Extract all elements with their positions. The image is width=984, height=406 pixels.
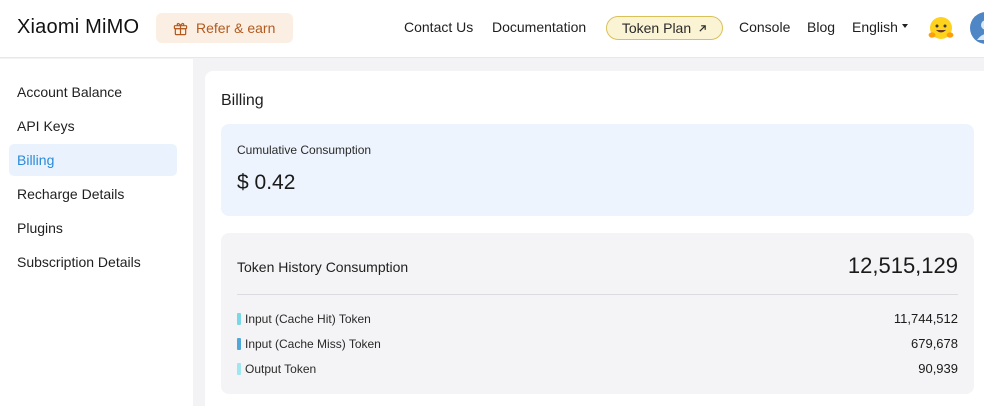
nav-contact-us[interactable]: Contact Us	[404, 19, 473, 35]
nav-documentation[interactable]: Documentation	[492, 19, 586, 35]
billing-panel: Billing Cumulative Consumption $ 0.42 To…	[205, 71, 984, 406]
arrow-up-right-icon	[699, 24, 706, 32]
token-history-card: Token History Consumption 12,515,129 Inp…	[221, 233, 974, 394]
token-row-cache-miss: Input (Cache Miss) Token 679,678	[237, 335, 958, 353]
token-plan-label: Token Plan	[621, 20, 692, 36]
divider	[237, 294, 958, 295]
nav-console[interactable]: Console	[739, 19, 790, 35]
cumulative-consumption-value: $ 0.42	[237, 171, 296, 194]
sidebar-item-account-balance[interactable]: Account Balance	[9, 76, 177, 108]
sidebar-item-subscription-details[interactable]: Subscription Details	[9, 246, 177, 278]
language-label: English	[852, 19, 898, 35]
sidebar: Account Balance API Keys Billing Recharg…	[0, 59, 193, 406]
user-icon	[977, 20, 984, 40]
token-row-cache-hit: Input (Cache Hit) Token 11,744,512	[237, 310, 958, 328]
language-selector[interactable]: English	[852, 19, 908, 35]
token-plan-button[interactable]: Token Plan	[606, 16, 723, 40]
token-row-value: 11,744,512	[893, 311, 958, 326]
gift-icon	[173, 22, 188, 35]
nav-blog[interactable]: Blog	[807, 19, 835, 35]
token-history-title: Token History Consumption	[237, 259, 409, 275]
top-navbar: Xiaomi MiMO Refer & earn Contact Us Docu…	[0, 0, 984, 58]
cumulative-consumption-label: Cumulative Consumption	[237, 143, 372, 157]
caret-down-icon	[901, 24, 908, 29]
sidebar-item-recharge-details[interactable]: Recharge Details	[9, 178, 177, 210]
token-row-output: Output Token 90,939	[237, 360, 958, 378]
user-avatar[interactable]	[970, 12, 984, 44]
legend-bar	[237, 338, 241, 350]
token-row-label: Output Token	[245, 362, 317, 376]
token-row-label: Input (Cache Miss) Token	[245, 337, 381, 351]
token-row-value: 90,939	[918, 361, 958, 376]
refer-earn-label: Refer & earn	[196, 20, 276, 36]
token-history-total: 12,515,129	[847, 253, 958, 278]
sidebar-item-billing[interactable]: Billing	[9, 144, 177, 176]
cumulative-consumption-card: Cumulative Consumption $ 0.42	[221, 124, 974, 216]
sidebar-item-plugins[interactable]: Plugins	[9, 212, 177, 244]
legend-bar	[237, 313, 241, 325]
hugging-face-icon[interactable]	[927, 15, 955, 43]
legend-bar	[237, 363, 241, 375]
page-title: Billing	[221, 92, 264, 109]
refer-earn-button[interactable]: Refer & earn	[156, 13, 293, 43]
token-row-value: 679,678	[911, 336, 958, 351]
sidebar-item-api-keys[interactable]: API Keys	[9, 110, 177, 142]
token-row-label: Input (Cache Hit) Token	[245, 312, 371, 326]
logo[interactable]: Xiaomi MiMO	[17, 16, 139, 39]
